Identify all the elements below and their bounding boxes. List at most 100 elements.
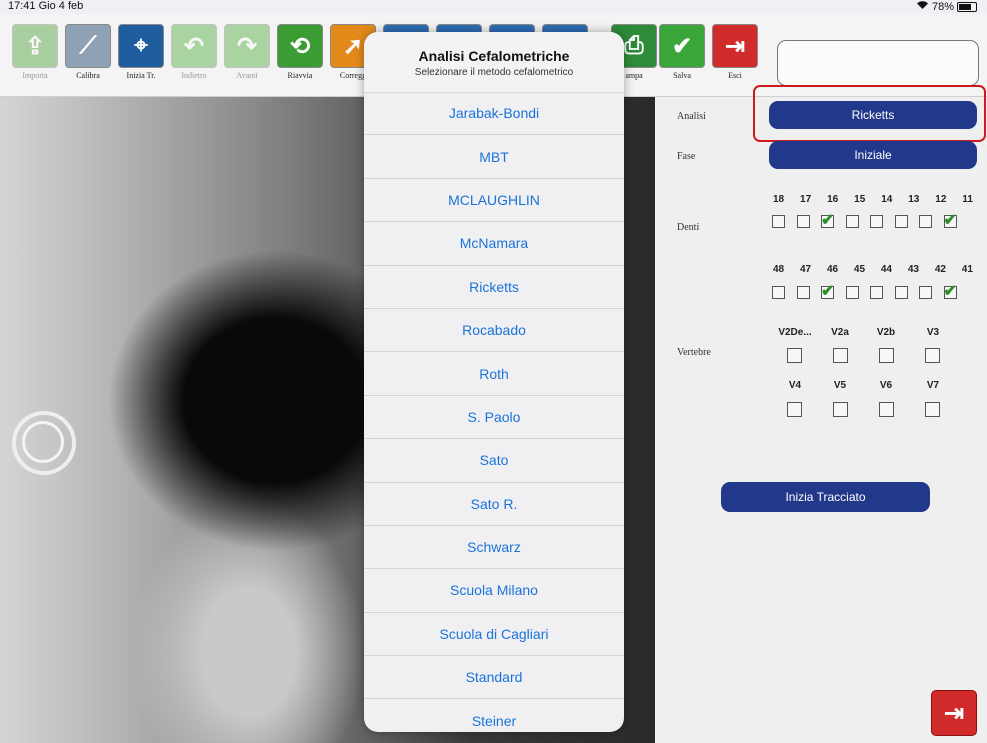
tooth-label: 42 [934,264,946,275]
redo-button[interactable]: ↷ Avanti [221,24,273,80]
save-icon: ✔ [659,24,705,68]
tooth-label: 47 [799,264,812,275]
fase-label: Fase [677,151,696,162]
upper-teeth-labels: 18 17 16 15 14 13 12 11 [773,194,973,205]
tooth-label: 15 [854,194,866,205]
analysis-option[interactable]: Sato R. [364,483,624,526]
vertebra-label: V2a [831,327,849,338]
tooth-label: 12 [935,194,947,205]
tooth-label: 44 [880,264,892,275]
checkmark-icon: ✔ [943,212,957,229]
tooth-checkbox[interactable]: ✔ [821,283,834,300]
tooth-label: 17 [800,194,812,205]
analysis-select-button[interactable]: Ricketts [769,101,977,129]
analysis-option[interactable]: Standard [364,656,624,700]
vertebra-label: V6 [879,380,893,391]
analysis-options-list: Jarabak-Bondi MBT MCLAUGHLIN McNamara Ri… [364,92,624,732]
redo-icon: ↷ [224,24,270,68]
popover-subtitle: Selezionare il metodo cefalometrico [414,67,574,78]
analysis-option[interactable]: Sato [364,439,624,483]
tooth-checkbox[interactable] [845,215,859,228]
status-bar: 17:41 Gio 4 feb 78% [0,0,987,14]
tooth-label: 41 [961,264,973,275]
vertebra-checkbox[interactable] [925,348,940,363]
vertebra-label: V3 [926,327,940,338]
analysis-option[interactable]: Scuola di Cagliari [364,613,624,657]
wifi-icon [916,0,929,13]
checkmark-icon: ✔ [821,212,835,229]
vertebra-label: V4 [788,380,802,391]
checkmark-icon: ✔ [943,283,957,300]
save-button[interactable]: ✔ Salva [656,24,708,80]
vertebra-label: V5 [833,380,847,391]
vertebra-checkbox[interactable] [925,402,940,417]
undo-button[interactable]: ↶ Indietro [168,24,220,80]
exit-button[interactable]: ⇥ Esci [709,24,761,80]
popover-title: Analisi Cefalometriche [418,48,570,64]
tooth-checkbox[interactable]: ✔ [821,212,834,229]
checkmark-icon: ✔ [821,283,835,300]
tooth-checkbox[interactable] [845,286,859,299]
analysis-option[interactable]: Ricketts [364,266,624,309]
tooth-checkbox[interactable] [870,215,883,228]
tooth-checkbox[interactable] [919,286,932,299]
tooth-label: 13 [908,194,920,205]
tooth-checkbox[interactable] [772,215,785,228]
restart-icon: ⟲ [277,24,323,68]
tooth-checkbox[interactable]: ✔ [943,212,957,229]
start-tracing-main-button[interactable]: Inizia Tracciato [721,482,930,512]
analysis-picker-popover: Analisi Cefalometriche Selezionare il me… [364,32,624,732]
tooth-label: 45 [853,264,866,275]
denti-label: Denti [677,222,700,233]
tooth-label: 14 [881,194,893,205]
vertebre-label: Vertebre [677,347,711,358]
tooth-label: 46 [826,264,839,275]
vertebra-label: V2b [876,327,896,338]
tooth-checkbox[interactable] [796,286,810,299]
restart-button[interactable]: ⟲ Riavvia [274,24,326,80]
vertebra-label: V7 [926,380,940,391]
phase-select-button[interactable]: Iniziale [769,141,977,169]
popover-header: Analisi Cefalometriche Selezionare il me… [364,32,624,93]
tooth-checkbox[interactable] [772,286,785,299]
analysis-option[interactable]: MCLAUGHLIN [364,179,624,223]
analisi-label: Analisi [677,111,706,122]
import-button[interactable]: ⇪ Importa [9,24,61,80]
undo-icon: ↶ [171,24,217,68]
analysis-option[interactable]: McNamara [364,222,624,266]
calibrate-icon: ⟋ [65,24,111,68]
vertebra-checkbox[interactable] [833,348,848,363]
tooth-checkbox[interactable] [894,286,908,299]
tooth-label: 48 [773,264,785,275]
start-tracing-icon: ⌖ [118,24,164,68]
tooth-checkbox[interactable] [796,215,810,228]
tooth-checkbox[interactable] [894,215,908,228]
battery-fill [959,3,971,10]
vertebra-checkbox[interactable] [879,348,894,363]
vertebra-label: V2De... [778,327,812,338]
vertebra-checkbox[interactable] [787,402,802,417]
tooth-label: 16 [827,194,839,205]
start-tracing-button[interactable]: ⌖ Inizia Tr. [115,24,167,80]
analysis-option[interactable]: Scuola Milano [364,569,624,613]
tooth-checkbox[interactable] [919,215,932,228]
analysis-option[interactable]: Rocabado [364,309,624,353]
analysis-option[interactable]: Roth [364,352,624,396]
analysis-option[interactable]: MBT [364,135,624,179]
vertebra-checkbox[interactable] [833,402,848,417]
analysis-option[interactable]: Steiner [364,699,624,732]
top-text-field[interactable] [777,40,979,86]
import-icon: ⇪ [12,24,58,68]
calibrate-button[interactable]: ⟋ Calibra [62,24,114,80]
analysis-option[interactable]: S. Paolo [364,396,624,440]
vertebra-checkbox[interactable] [787,348,802,363]
status-date: Gio 4 feb [38,0,84,12]
tooth-label: 43 [907,264,919,275]
analysis-option[interactable]: Schwarz [364,526,624,570]
tooth-checkbox[interactable]: ✔ [943,283,957,300]
vertebra-checkbox[interactable] [879,402,894,417]
exit-corner-button[interactable]: ⇥ [931,690,977,736]
ear-rod-ring-inner [22,421,64,463]
tooth-checkbox[interactable] [870,286,883,299]
analysis-option[interactable]: Jarabak-Bondi [364,92,624,136]
